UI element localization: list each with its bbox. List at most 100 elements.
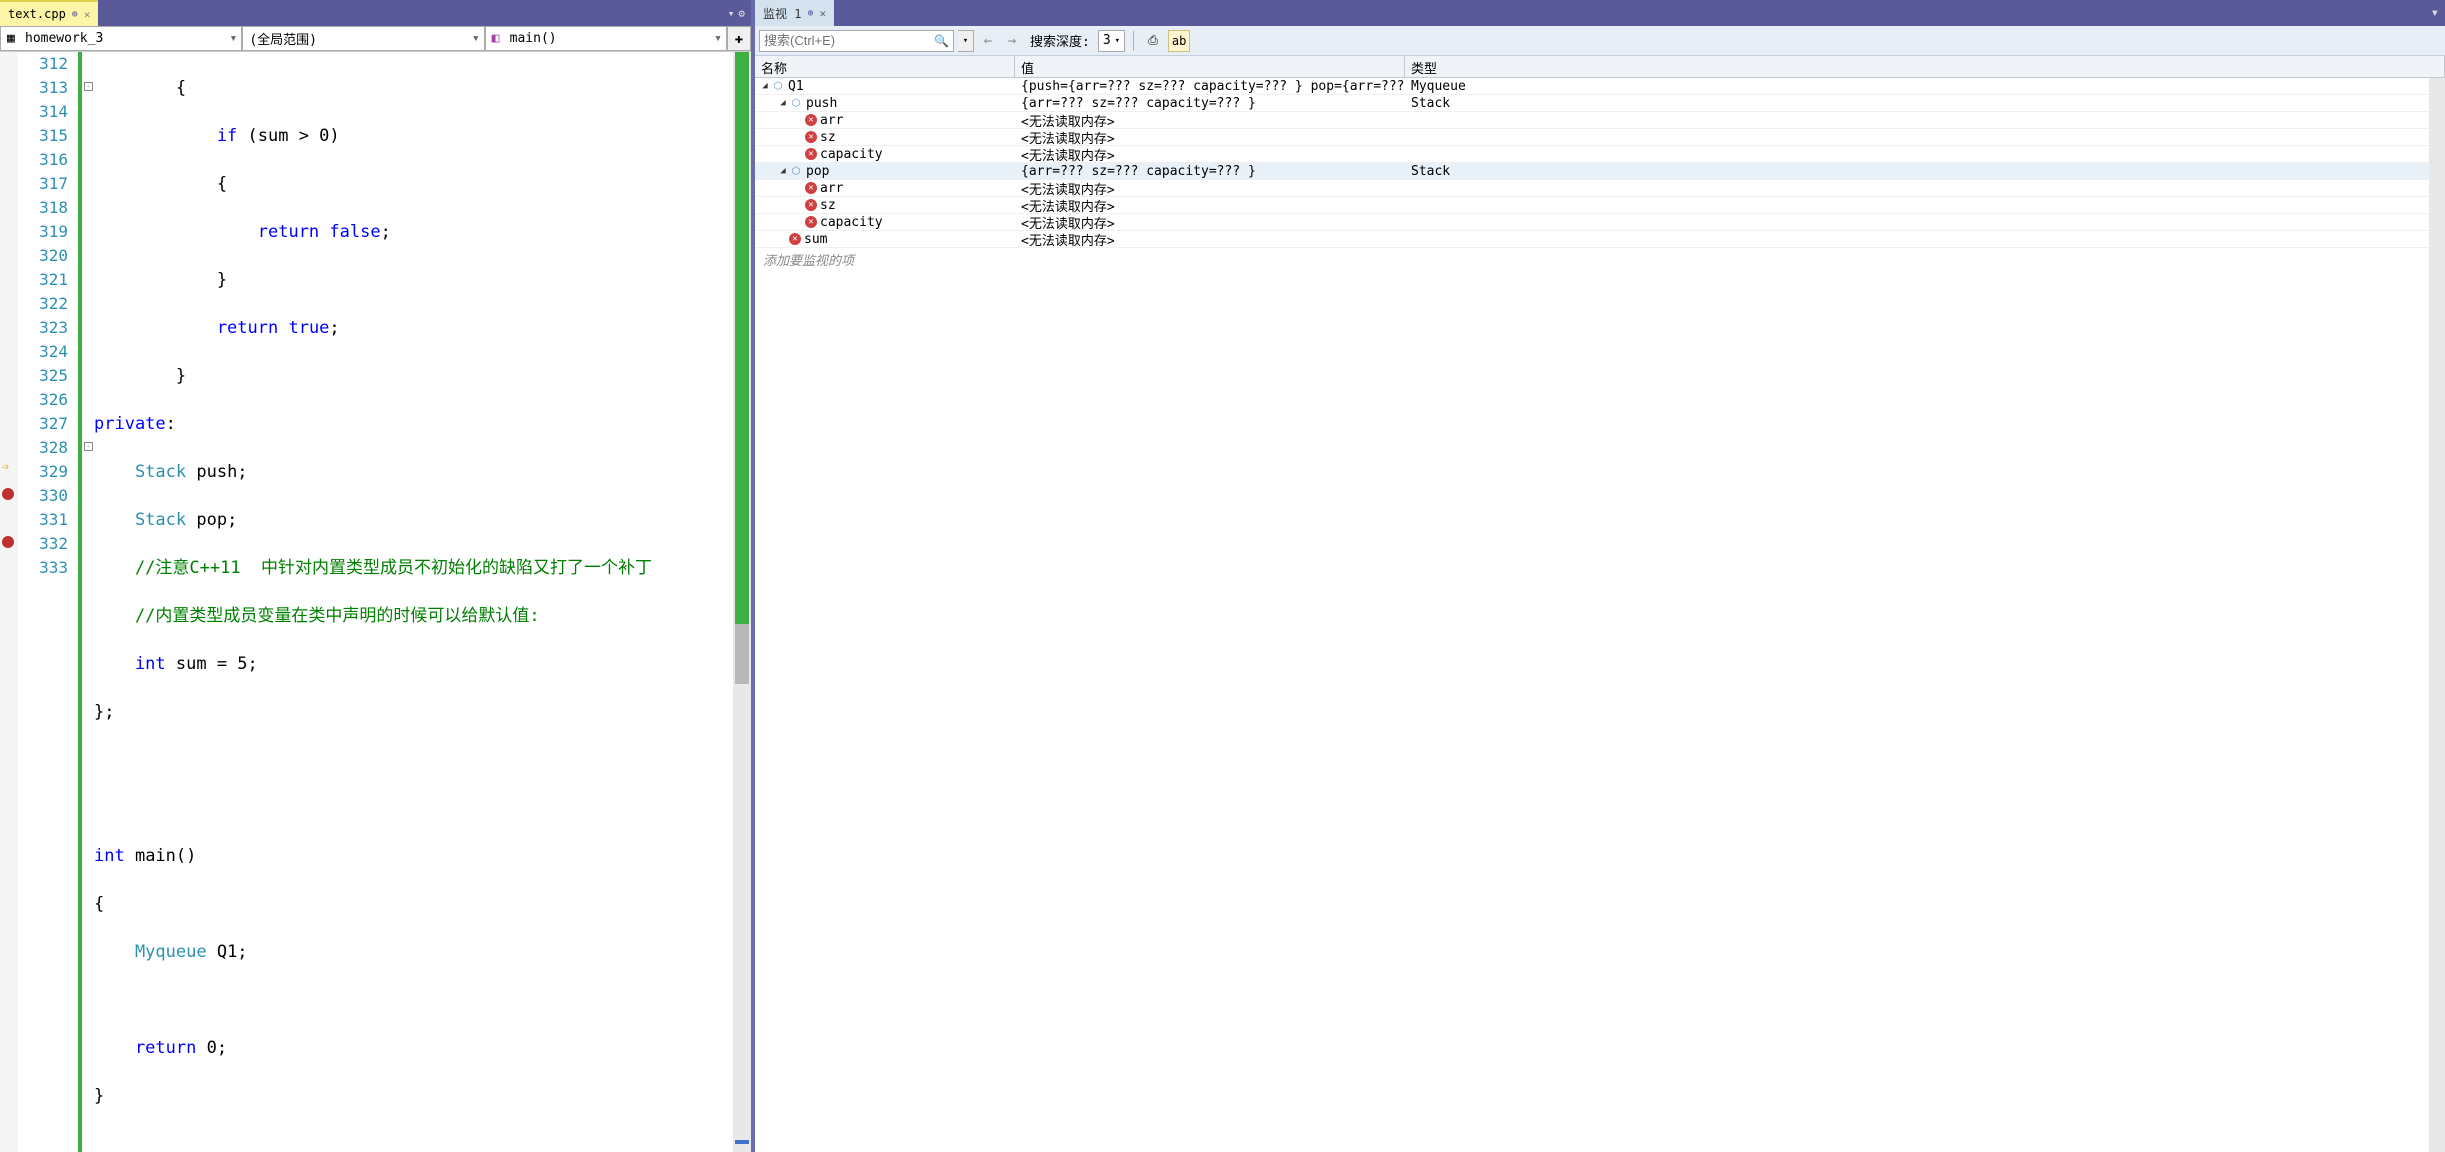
item-name: sz [820,198,836,213]
file-tab-label: text.cpp [8,7,66,21]
fold-toggle-icon[interactable]: - [84,442,93,451]
add-watch-item[interactable]: 添加要监视的项 [755,248,2445,271]
depth-label: 搜索深度: [1026,31,1094,50]
split-button[interactable]: ✚ [727,26,751,51]
watch-tab[interactable]: 监视 1 ⊕ ✕ [755,0,834,26]
item-value: {push={arr=??? sz=??? capacity=??? } pop… [1015,79,1405,94]
expand-icon[interactable]: ◢ [777,166,789,176]
code-text: if [94,126,237,146]
header-value[interactable]: 值 [1015,56,1405,77]
watch-item-capacity[interactable]: ✕capacity <无法读取内存> [755,146,2445,163]
scope-class-dropdown[interactable]: (全局范围) [242,26,484,51]
search-field[interactable] [764,33,949,48]
item-type: Stack [1405,96,2445,111]
toolbar-button-highlight[interactable]: ab [1168,30,1190,52]
code-text: } [94,270,227,290]
code-text: pop; [186,510,237,530]
function-icon: ◧ [492,32,506,46]
tab-dropdown-icon[interactable]: ▾ [728,7,735,20]
scope-class-label: (全局范围) [249,29,317,48]
watch-tree: ◢⬡Q1 {push={arr=??? sz=??? capacity=??? … [755,78,2445,271]
watch-item-push[interactable]: ◢⬡push {arr=??? sz=??? capacity=??? } St… [755,95,2445,112]
panel-dropdown-icon[interactable]: ▾ [2425,0,2445,26]
code-text: return [94,1038,196,1058]
watch-item-capacity[interactable]: ✕capacity <无法读取内存> [755,214,2445,231]
code-text: int [94,654,166,674]
expand-icon[interactable]: ◢ [777,98,789,108]
search-dropdown-icon[interactable]: ▾ [958,30,974,52]
watch-search-input[interactable]: 🔍 [759,30,954,52]
fold-gutter[interactable]: - - [78,52,94,1152]
header-type[interactable]: 类型 [1405,56,2445,77]
line-number: 328 [18,436,68,460]
code-text: : [166,414,176,434]
item-type: Myqueue [1405,79,2445,94]
watch-scrollbar[interactable] [2429,78,2445,1152]
code-text: }; [94,702,114,722]
nav-back-button[interactable]: ← [978,31,998,51]
error-icon: ✕ [789,233,801,245]
code-text: int [94,846,125,866]
search-icon[interactable]: 🔍 [934,34,949,48]
line-number: 320 [18,244,68,268]
line-number: 329 [18,460,68,484]
pin-icon[interactable]: ⊕ [72,9,78,20]
code-text: //注意C++11 中针对内置类型成员不初始化的缺陷又打了一个补丁 [94,558,652,578]
depth-select[interactable]: 3 ▾ [1098,30,1125,52]
line-number: 314 [18,100,68,124]
scope-project-dropdown[interactable]: ▦ homework_3 [0,26,242,51]
header-name[interactable]: 名称 [755,56,1015,77]
breakpoint-icon[interactable] [2,536,14,548]
watch-item-pop[interactable]: ◢⬡pop {arr=??? sz=??? capacity=??? } Sta… [755,163,2445,180]
line-number: 324 [18,340,68,364]
depth-value: 3 [1103,33,1111,48]
scope-function-dropdown[interactable]: ◧ main() [485,26,727,51]
fold-toggle-icon[interactable]: - [84,82,93,91]
line-number: 319 [18,220,68,244]
code-text: Q1; [207,942,248,962]
line-number: 331 [18,508,68,532]
line-number: 317 [18,172,68,196]
code-text: } [94,366,186,386]
expand-icon[interactable]: ◢ [759,81,771,91]
current-line-arrow-icon: ➩ [2,460,9,474]
error-icon: ✕ [805,216,817,228]
code-editor[interactable]: ➩ 312 313 314 315 316 317 318 319 320 32… [0,52,751,1152]
close-icon[interactable]: ✕ [819,7,826,20]
watch-item-arr[interactable]: ✕arr <无法读取内存> [755,112,2445,129]
file-tab[interactable]: text.cpp ⊕ ✕ [0,0,98,26]
vertical-scrollbar[interactable] [733,52,751,1152]
tab-settings-icon[interactable]: ⚙ [738,7,745,20]
code-text: ; [381,222,391,242]
scroll-marker [735,52,749,624]
watch-item-sz[interactable]: ✕sz <无法读取内存> [755,129,2445,146]
code-text: main() [125,846,197,866]
watch-item-sz[interactable]: ✕sz <无法读取内存> [755,197,2445,214]
code-text: Stack [94,462,186,482]
error-icon: ✕ [805,182,817,194]
separator [1133,31,1134,51]
code-text: Myqueue [94,942,207,962]
item-name: arr [820,181,843,196]
watch-item-sum[interactable]: ✕sum <无法读取内存> [755,231,2445,248]
split-icon: ✚ [735,31,743,47]
scroll-thumb[interactable] [735,624,749,684]
breakpoint-icon[interactable] [2,488,14,500]
code-content[interactable]: { if (sum > 0) { return false; } return … [94,52,751,1152]
error-icon: ✕ [805,148,817,160]
editor-panel: text.cpp ⊕ ✕ ▾ ⚙ ▦ homework_3 (全局范围) ◧ m… [0,0,755,1152]
code-text: true [278,318,329,338]
nav-forward-button[interactable]: → [1002,31,1022,51]
watch-item-arr[interactable]: ✕arr <无法读取内存> [755,180,2445,197]
code-text: return [94,318,278,338]
item-name: capacity [820,215,883,230]
close-icon[interactable]: ✕ [84,8,91,21]
scope-project-label: homework_3 [25,31,103,46]
object-icon: ⬡ [789,97,803,109]
watch-item-q1[interactable]: ◢⬡Q1 {push={arr=??? sz=??? capacity=??? … [755,78,2445,95]
scope-function-label: main() [510,31,557,46]
breakpoint-gutter[interactable]: ➩ [0,52,18,1152]
pin-icon[interactable]: ⊕ [807,8,813,19]
toolbar-button[interactable]: ⎙ [1142,30,1164,52]
item-value: {arr=??? sz=??? capacity=??? } [1015,164,1405,179]
